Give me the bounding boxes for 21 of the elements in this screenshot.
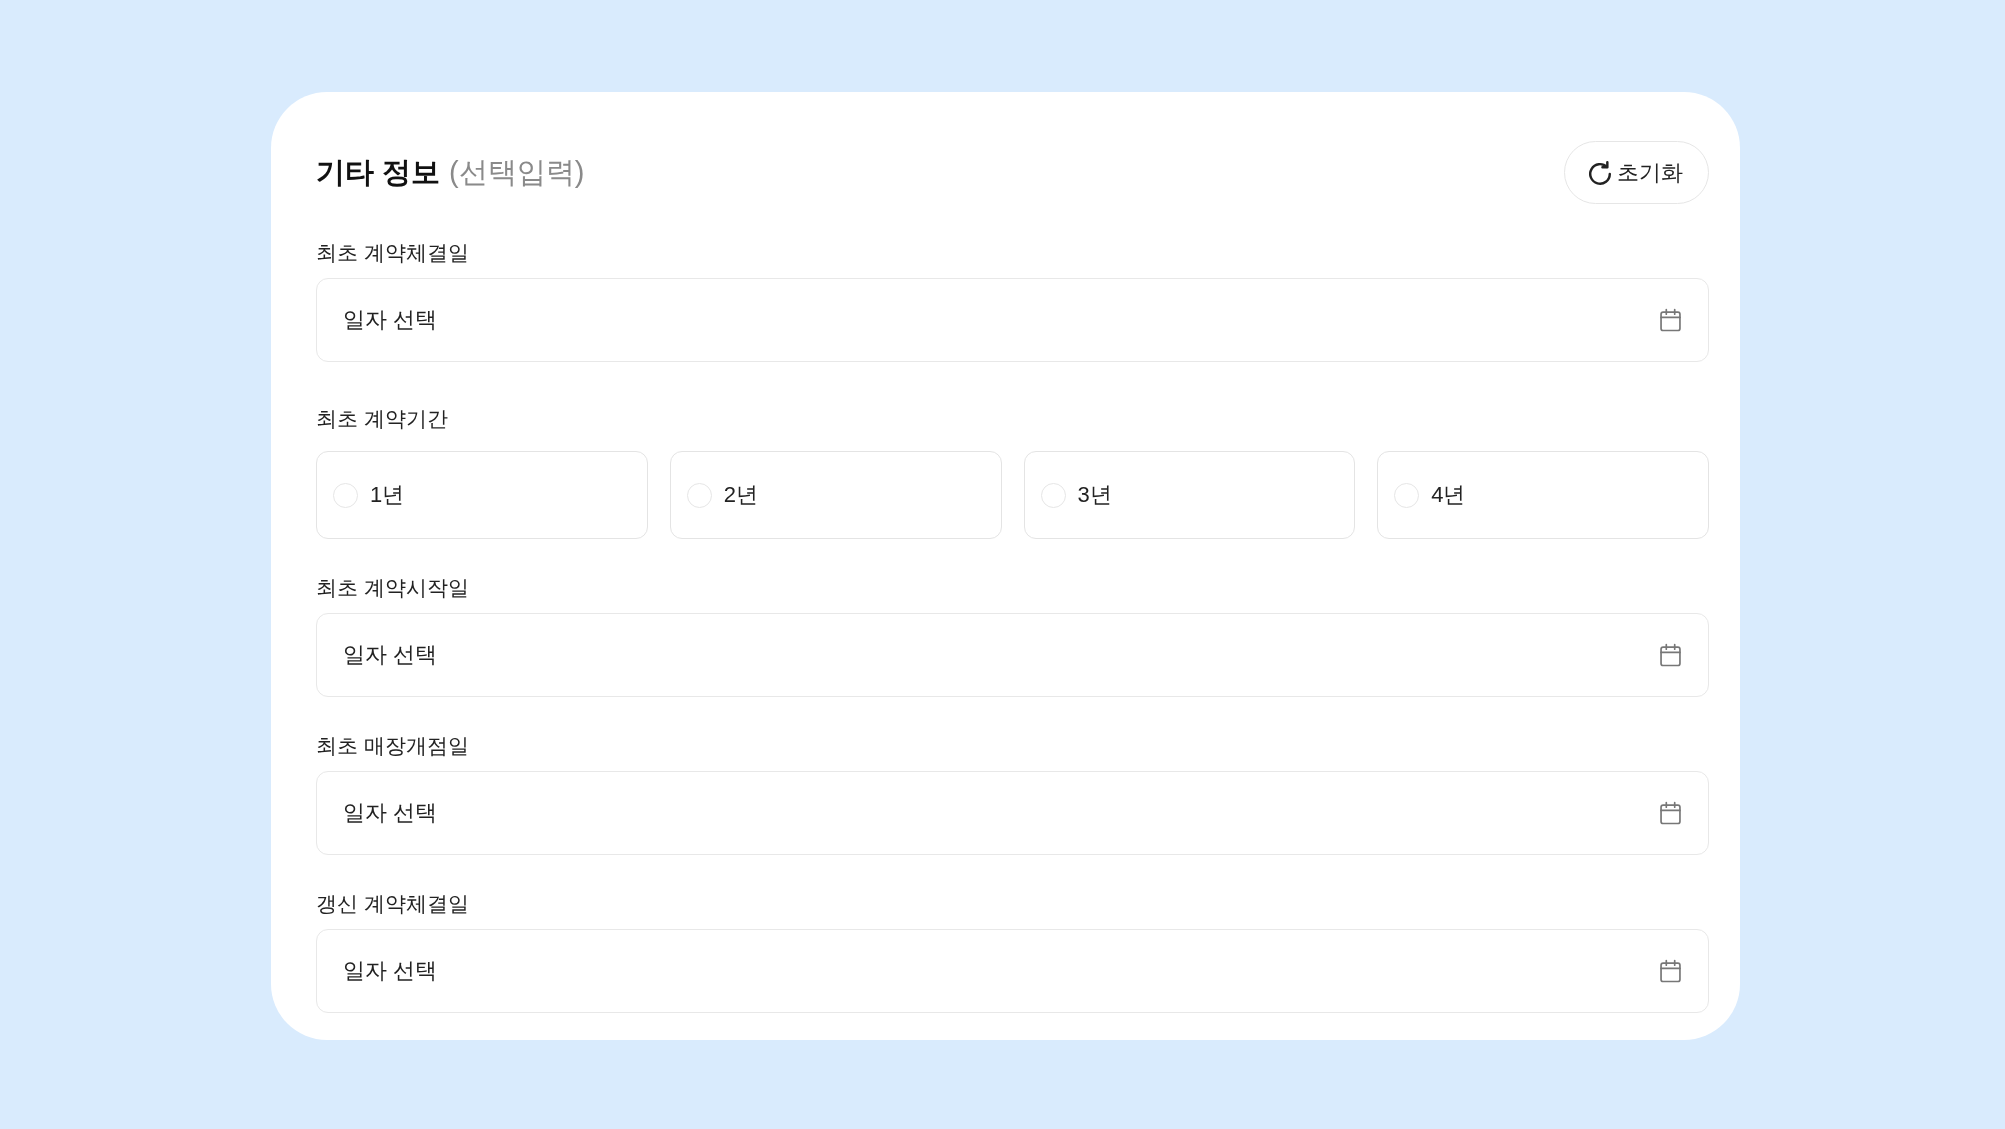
date-input-field[interactable]: 일자 선택 <box>316 613 1709 697</box>
field-label: 갱신 계약체결일 <box>316 891 470 917</box>
radio-option[interactable]: 2년 <box>669 451 1002 539</box>
radio-option[interactable]: 4년 <box>1377 451 1709 539</box>
section-subtitle: (선택입력) <box>449 154 585 190</box>
radio-option[interactable]: 3년 <box>1023 451 1356 539</box>
section-title: 기타 정보 <box>316 154 441 190</box>
refresh-icon <box>1589 160 1611 185</box>
field-label: 최초 계약기간 <box>316 406 449 432</box>
field-label: 최초 계약체결일 <box>316 240 470 266</box>
date-input-field[interactable]: 일자 선택 <box>316 771 1709 855</box>
reset-button[interactable]: 초기화 <box>1564 141 1709 204</box>
calendar-icon <box>1660 643 1681 667</box>
calendar-icon <box>1660 801 1681 825</box>
date-input-field[interactable]: 일자 선택 <box>316 278 1709 362</box>
radio-option[interactable]: 1년 <box>316 451 648 539</box>
calendar-icon <box>1660 959 1681 983</box>
calendar-icon <box>1660 308 1681 332</box>
date-input-field[interactable]: 일자 선택 <box>316 929 1709 1013</box>
field-label: 최초 계약시작일 <box>316 575 470 601</box>
field-label: 최초 매장개점일 <box>316 733 470 759</box>
